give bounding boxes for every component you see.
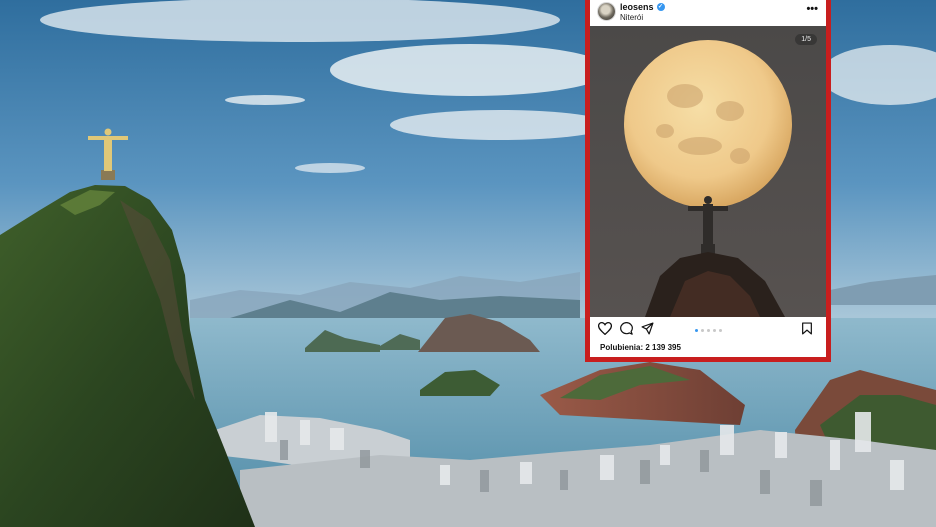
post-header: leosens ✓ Niterói ••• (590, 0, 826, 26)
moon-christ-photo (590, 26, 826, 317)
post-photo[interactable]: 1/5 (590, 26, 826, 317)
post-actions (590, 318, 826, 340)
heart-icon[interactable] (598, 322, 612, 335)
instagram-post: leosens ✓ Niterói ••• 1/5 Polubienia: 2 … (590, 0, 826, 357)
bookmark-icon[interactable] (801, 322, 813, 335)
more-options-icon[interactable]: ••• (806, 3, 818, 15)
comment-icon[interactable] (620, 322, 633, 335)
carousel-dot (719, 329, 722, 332)
username[interactable]: leosens (620, 2, 654, 12)
carousel-dots (695, 329, 722, 332)
highlight-frame: leosens ✓ Niterói ••• 1/5 Polubienia: 2 … (585, 0, 831, 362)
username-row: leosens ✓ (620, 2, 665, 12)
likes-count[interactable]: Polubienia: 2 139 395 (600, 343, 681, 352)
carousel-dot (695, 329, 698, 332)
carousel-dot (713, 329, 716, 332)
carousel-dot (701, 329, 704, 332)
carousel-dot (707, 329, 710, 332)
post-location[interactable]: Niterói (620, 13, 643, 22)
verified-badge-icon: ✓ (656, 3, 665, 11)
slide-counter: 1/5 (795, 34, 817, 45)
avatar[interactable] (598, 3, 615, 20)
send-icon[interactable] (641, 322, 654, 335)
